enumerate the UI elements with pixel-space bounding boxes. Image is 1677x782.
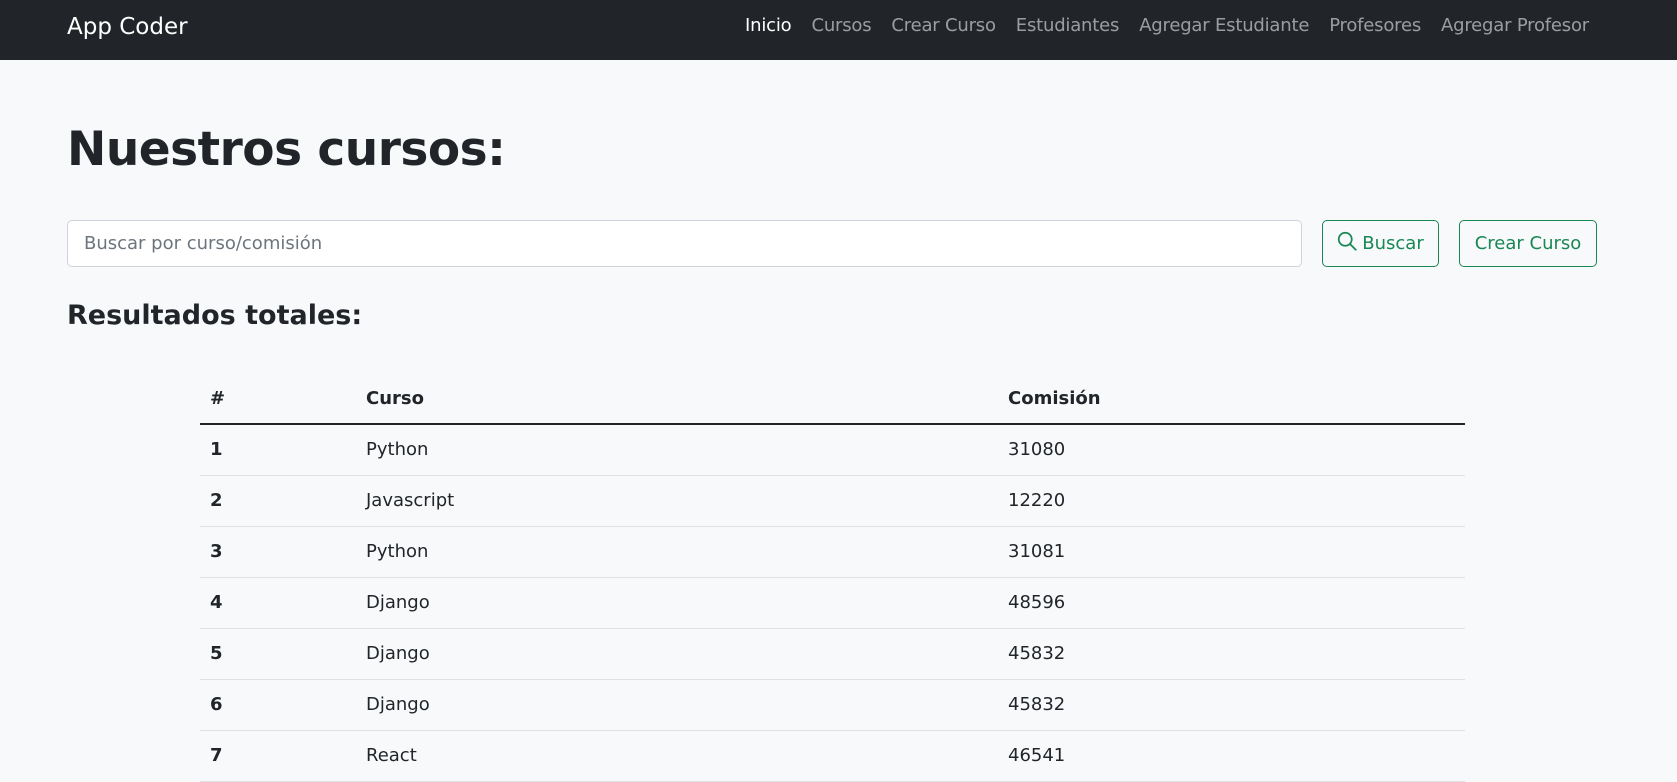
nav-link-estudiantes[interactable]: Estudiantes <box>1016 14 1120 38</box>
row-commission: 48596 <box>998 577 1465 629</box>
table-header-row: # Curso Comisión <box>200 374 1465 425</box>
row-index: 1 <box>200 424 356 476</box>
row-commission: 31080 <box>998 424 1465 476</box>
create-course-button[interactable]: Crear Curso <box>1459 220 1597 267</box>
search-icon <box>1337 231 1357 256</box>
row-index: 5 <box>200 628 356 680</box>
table-row: 5 Django 45832 <box>200 628 1465 680</box>
courses-table: # Curso Comisión 1 Python 31080 2 Javasc… <box>200 374 1465 782</box>
row-course: Python <box>356 526 998 578</box>
nav-link-agregar-profesor[interactable]: Agregar Profesor <box>1441 14 1589 38</box>
table-row: 4 Django 48596 <box>200 577 1465 629</box>
results-heading: Resultados totales: <box>67 300 363 331</box>
row-course: Django <box>356 679 998 731</box>
header-commission: Comisión <box>998 374 1465 425</box>
table-row: 2 Javascript 12220 <box>200 475 1465 527</box>
create-course-button-label: Crear Curso <box>1474 233 1582 254</box>
row-commission: 46541 <box>998 730 1465 782</box>
row-commission: 31081 <box>998 526 1465 578</box>
top-navbar: App Coder Inicio Cursos Crear Curso Estu… <box>0 0 1677 60</box>
brand-link[interactable]: App Coder <box>67 12 188 42</box>
row-index: 4 <box>200 577 356 629</box>
row-index: 6 <box>200 679 356 731</box>
nav-link-agregar-estudiante[interactable]: Agregar Estudiante <box>1139 14 1309 38</box>
table-row: 3 Python 31081 <box>200 526 1465 578</box>
nav-links: Inicio Cursos Crear Curso Estudiantes Ag… <box>745 14 1589 38</box>
row-index: 2 <box>200 475 356 527</box>
header-course: Curso <box>356 374 998 425</box>
table-row: 1 Python 31080 <box>200 424 1465 476</box>
table-row: 7 React 46541 <box>200 730 1465 782</box>
row-course: Django <box>356 628 998 680</box>
search-button[interactable]: Buscar <box>1322 220 1439 267</box>
row-index: 7 <box>200 730 356 782</box>
row-commission: 12220 <box>998 475 1465 527</box>
row-course: Python <box>356 424 998 476</box>
search-button-label: Buscar <box>1362 233 1424 254</box>
page-title: Nuestros cursos: <box>67 122 506 177</box>
nav-link-crear-curso[interactable]: Crear Curso <box>891 14 996 38</box>
row-course: Django <box>356 577 998 629</box>
row-index: 3 <box>200 526 356 578</box>
table-row: 6 Django 45832 <box>200 679 1465 731</box>
nav-link-cursos[interactable]: Cursos <box>811 14 871 38</box>
row-commission: 45832 <box>998 628 1465 680</box>
row-course: React <box>356 730 998 782</box>
header-index: # <box>200 374 356 425</box>
nav-link-inicio[interactable]: Inicio <box>745 14 792 38</box>
search-input[interactable] <box>67 220 1302 267</box>
row-commission: 45832 <box>998 679 1465 731</box>
nav-link-profesores[interactable]: Profesores <box>1329 14 1421 38</box>
row-course: Javascript <box>356 475 998 527</box>
